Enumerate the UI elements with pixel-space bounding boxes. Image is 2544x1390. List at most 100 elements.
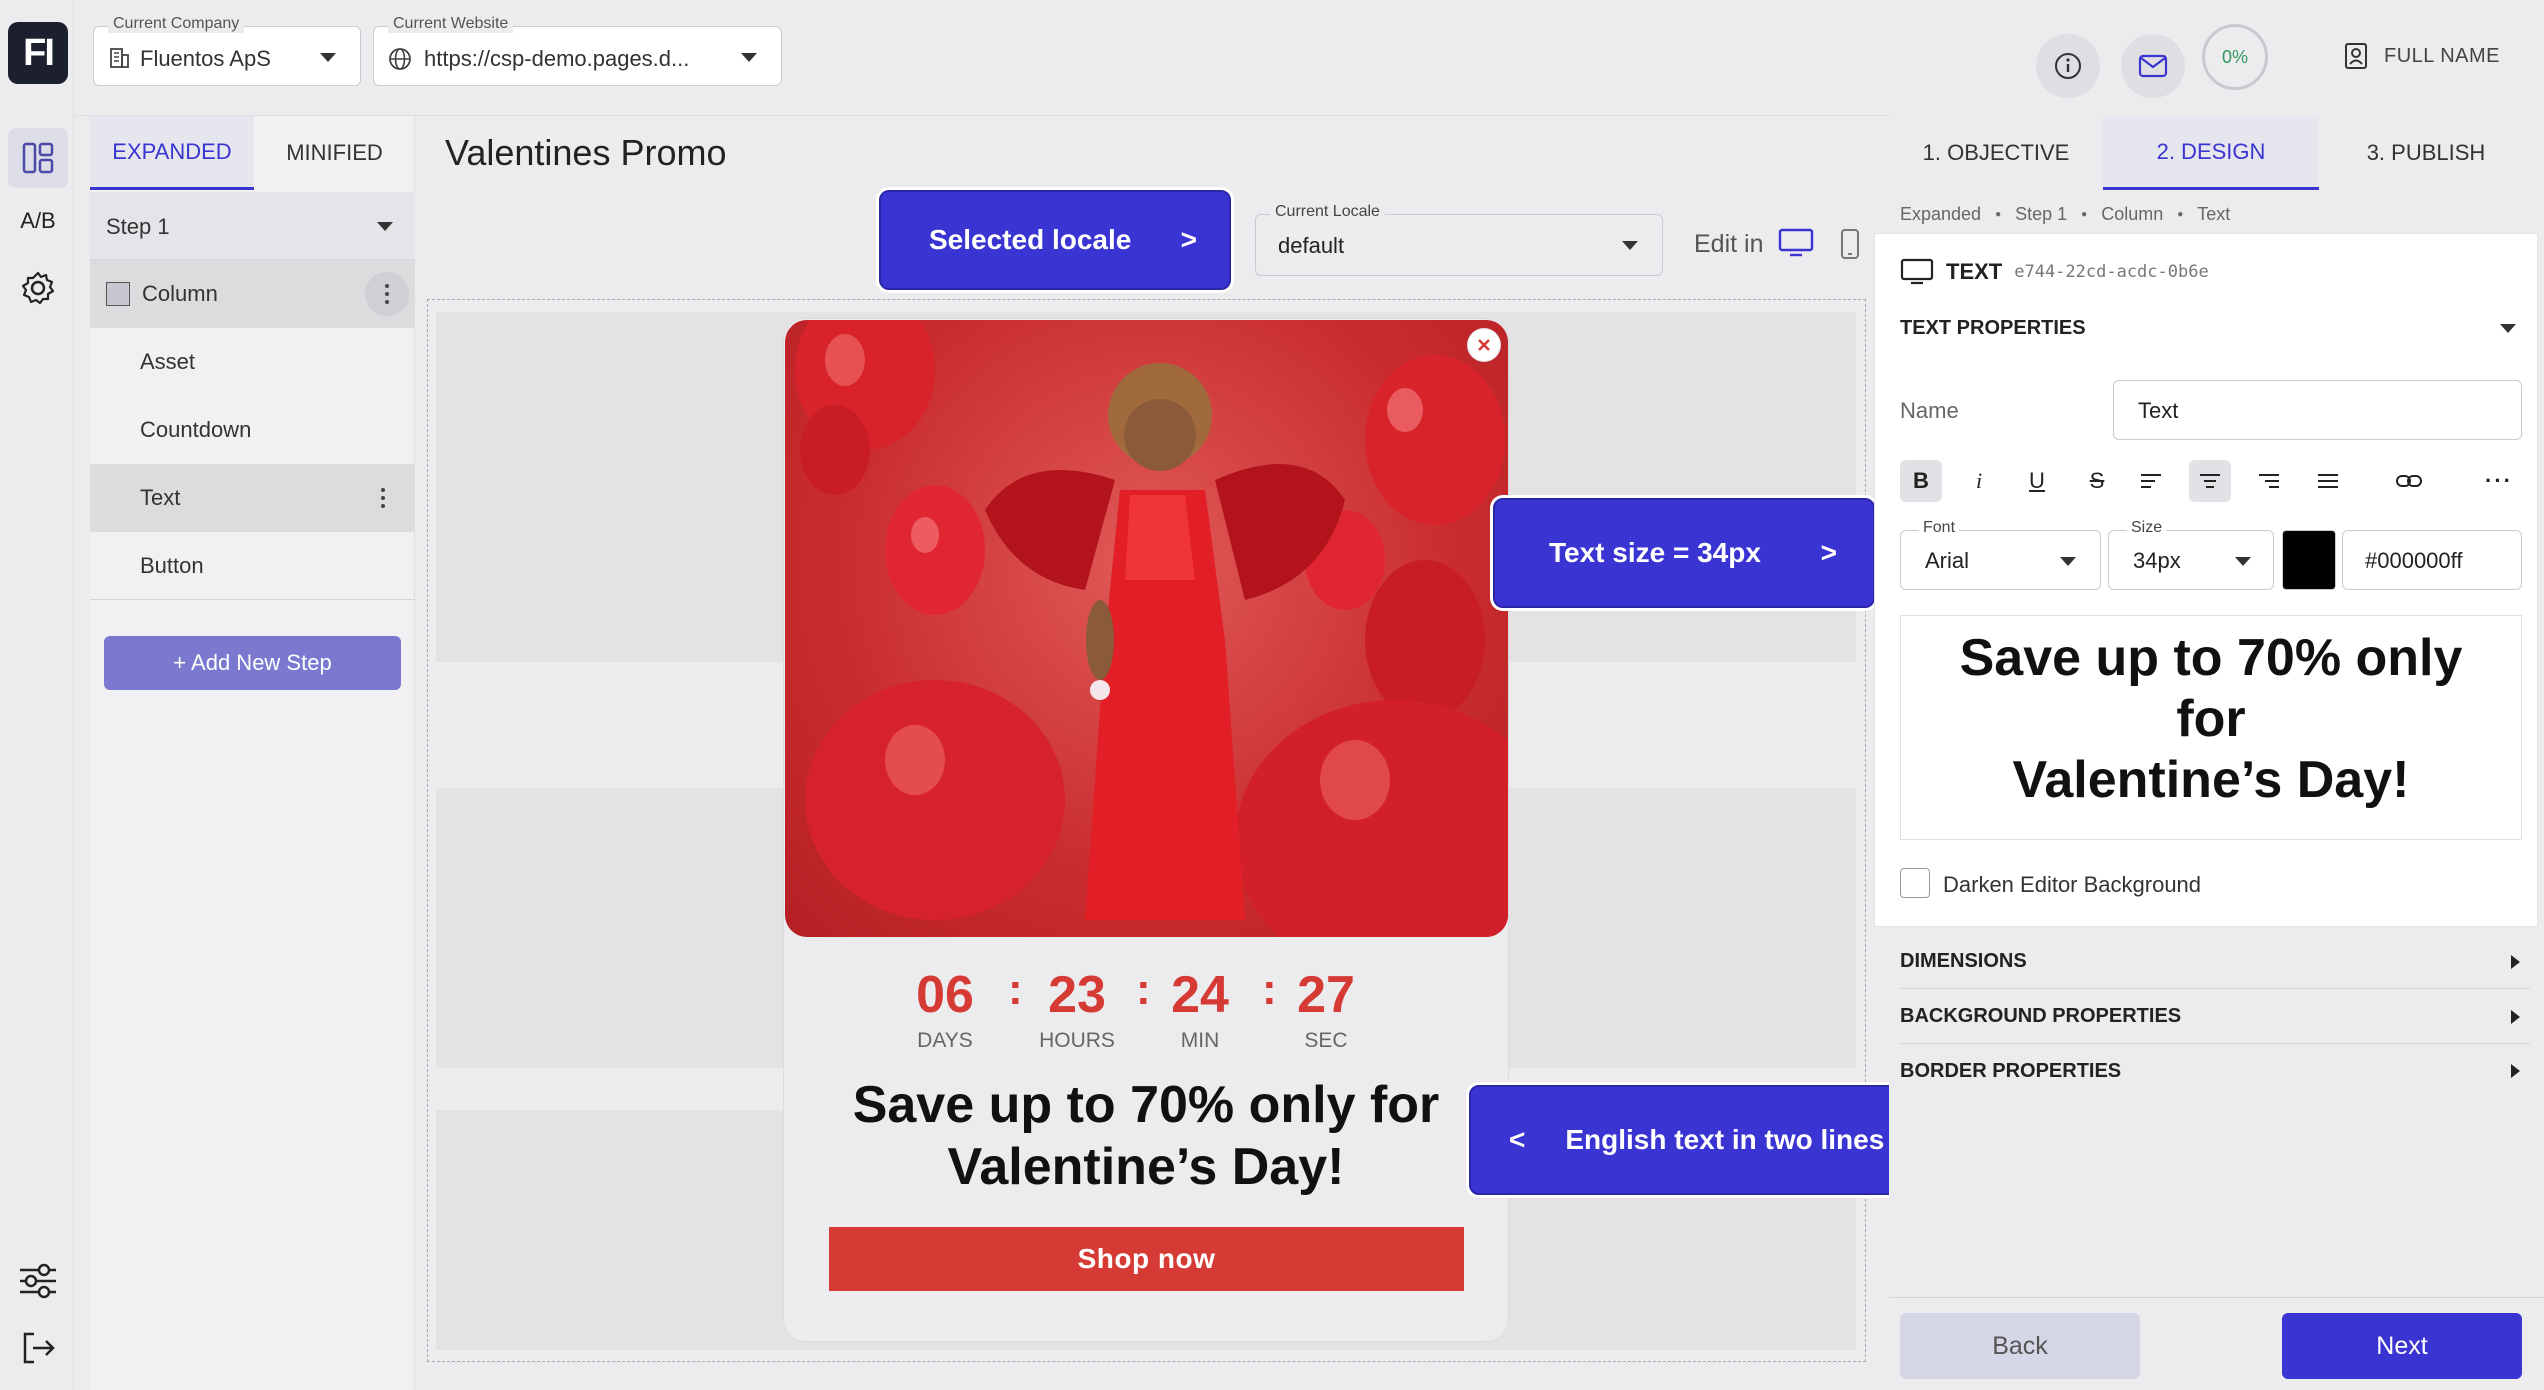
countdown-separator: :: [1008, 965, 1023, 1014]
breadcrumb-item[interactable]: Column: [2101, 204, 2163, 225]
bold-button[interactable]: B: [1900, 460, 1942, 502]
popup-headline[interactable]: Save up to 70% only for Valentine’s Day!: [800, 1074, 1492, 1198]
breadcrumb-item[interactable]: Step 1: [2015, 204, 2067, 225]
tab-minified[interactable]: MINIFIED: [254, 116, 415, 190]
website-select[interactable]: Current Website https://csp-demo.pages.d…: [373, 15, 782, 86]
countdown-unit: HOURS: [1039, 1029, 1115, 1052]
step-select[interactable]: Step 1: [90, 192, 415, 260]
chevron-down-icon: [2060, 557, 2076, 566]
headline-line-2: Valentine’s Day!: [947, 1138, 1345, 1196]
progress-circle[interactable]: 0%: [2202, 24, 2268, 90]
close-button[interactable]: [1467, 328, 1501, 362]
breadcrumb-separator: ●: [2177, 209, 2184, 220]
element-type: TEXT: [1946, 259, 2003, 284]
breadcrumb-item[interactable]: Text: [2197, 204, 2230, 225]
messages-button[interactable]: [2121, 34, 2185, 98]
align-right-button[interactable]: [2248, 460, 2290, 502]
font-select[interactable]: Font Arial: [1900, 519, 2101, 590]
info-button[interactable]: [2036, 34, 2100, 98]
justify-button[interactable]: [2307, 460, 2349, 502]
callout-selected-locale: Selected locale >: [879, 190, 1231, 290]
size-select[interactable]: Size 34px: [2108, 519, 2274, 590]
chevron-down-icon: [741, 53, 757, 62]
countdown-seconds: 27 SEC: [1276, 965, 1376, 1053]
tree-item-asset[interactable]: Asset: [90, 328, 415, 396]
chevron-down-icon: [377, 222, 393, 231]
tab-publish[interactable]: 3. PUBLISH: [2319, 116, 2533, 190]
strikethrough-button[interactable]: S: [2076, 460, 2118, 502]
add-step-button[interactable]: + Add New Step: [104, 636, 401, 690]
align-right-icon: [2259, 474, 2279, 488]
more-icon[interactable]: [365, 272, 409, 316]
globe-icon: [388, 47, 412, 76]
tree-item-countdown[interactable]: Countdown: [90, 396, 415, 464]
name-label: Name: [1900, 398, 1959, 423]
tree-item-label: Countdown: [140, 417, 252, 442]
mobile-view-icon[interactable]: [1840, 228, 1860, 265]
more-icon[interactable]: [371, 488, 395, 508]
tree-item-button[interactable]: Button: [90, 532, 415, 600]
editor-line-3: Valentine’s Day!: [2012, 751, 2410, 809]
breadcrumb: Expanded ● Step 1 ● Column ● Text: [1900, 204, 2230, 225]
countdown-separator: :: [1262, 965, 1277, 1014]
color-input[interactable]: #000000ff: [2342, 530, 2522, 590]
countdown-separator: :: [1136, 965, 1151, 1014]
element-header: TEXT e744-22cd-acdc-0b6e: [1900, 258, 2209, 286]
hero-image[interactable]: [785, 320, 1508, 937]
desktop-view-icon[interactable]: [1778, 228, 1814, 263]
text-properties-header[interactable]: TEXT PROPERTIES: [1900, 310, 2520, 346]
ab-test-icon[interactable]: A/B: [8, 208, 68, 238]
element-id: e744-22cd-acdc-0b6e: [2014, 262, 2209, 282]
progress-value: 0%: [2221, 46, 2248, 67]
size-label: Size: [2127, 519, 2167, 537]
back-button[interactable]: Back: [1900, 1313, 2140, 1379]
name-input[interactable]: Text: [2113, 380, 2522, 440]
locale-select[interactable]: Current Locale default: [1255, 203, 1663, 276]
structure-panel: EXPANDED MINIFIED Step 1 Column Asset Co…: [90, 116, 415, 1390]
countdown-unit: SEC: [1304, 1029, 1348, 1052]
company-value: Fluentos ApS: [140, 46, 271, 71]
logout-icon[interactable]: [20, 1330, 56, 1366]
align-left-button[interactable]: [2130, 460, 2172, 502]
italic-button[interactable]: i: [1958, 460, 2000, 502]
countdown-days: 06 DAYS: [895, 965, 995, 1053]
breadcrumb-separator: ●: [1995, 209, 2002, 220]
section-dimensions[interactable]: DIMENSIONS: [1900, 935, 2530, 989]
chevron-right-icon: [2511, 1009, 2520, 1024]
align-left-icon: [2141, 474, 2161, 488]
more-options-button[interactable]: ···: [2478, 460, 2520, 502]
tree-item-text[interactable]: Text: [90, 464, 415, 532]
font-value: Arial: [1925, 548, 1970, 573]
text-editor[interactable]: Save up to 70% only for Valentine’s Day!: [1900, 615, 2522, 840]
underline-button[interactable]: U: [2016, 460, 2058, 502]
align-center-button[interactable]: [2189, 460, 2231, 502]
color-swatch[interactable]: [2282, 530, 2336, 590]
settings-icon[interactable]: [20, 270, 56, 306]
editor-line-2: for: [2176, 690, 2246, 748]
tab-design[interactable]: 2. DESIGN: [2103, 116, 2319, 190]
editor-line-1: Save up to 70% only: [1959, 629, 2463, 687]
arrow-right-icon: >: [1180, 224, 1197, 255]
tree-item-label: Column: [142, 281, 218, 306]
countdown-value: 06: [916, 966, 974, 1024]
company-select[interactable]: Current Company Fluentos ApS: [93, 15, 361, 86]
tab-objective[interactable]: 1. OBJECTIVE: [1889, 116, 2103, 190]
breadcrumb-separator: ●: [2081, 209, 2088, 220]
layout-icon[interactable]: [8, 128, 68, 188]
chevron-down-icon: [320, 53, 336, 62]
user-menu[interactable]: FULL NAME: [2344, 38, 2500, 74]
tree-item-column[interactable]: Column: [90, 260, 415, 328]
app-logo[interactable]: FI: [8, 22, 68, 84]
next-button[interactable]: Next: [2282, 1313, 2522, 1379]
section-background[interactable]: BACKGROUND PROPERTIES: [1900, 990, 2530, 1044]
darken-background-checkbox[interactable]: [1900, 868, 1930, 898]
sliders-icon[interactable]: [18, 1262, 58, 1300]
section-border[interactable]: BORDER PROPERTIES: [1900, 1044, 2530, 1098]
tab-expanded[interactable]: EXPANDED: [90, 116, 254, 190]
link-button[interactable]: [2388, 460, 2430, 502]
breadcrumb-item[interactable]: Expanded: [1900, 204, 1981, 225]
column-checkbox[interactable]: [106, 282, 130, 306]
countdown[interactable]: 06 DAYS : 23 HOURS : 24 MIN : 27 SEC: [895, 965, 1395, 1065]
edit-in-label: Edit in: [1694, 230, 1764, 258]
shop-now-button[interactable]: Shop now: [829, 1227, 1464, 1291]
